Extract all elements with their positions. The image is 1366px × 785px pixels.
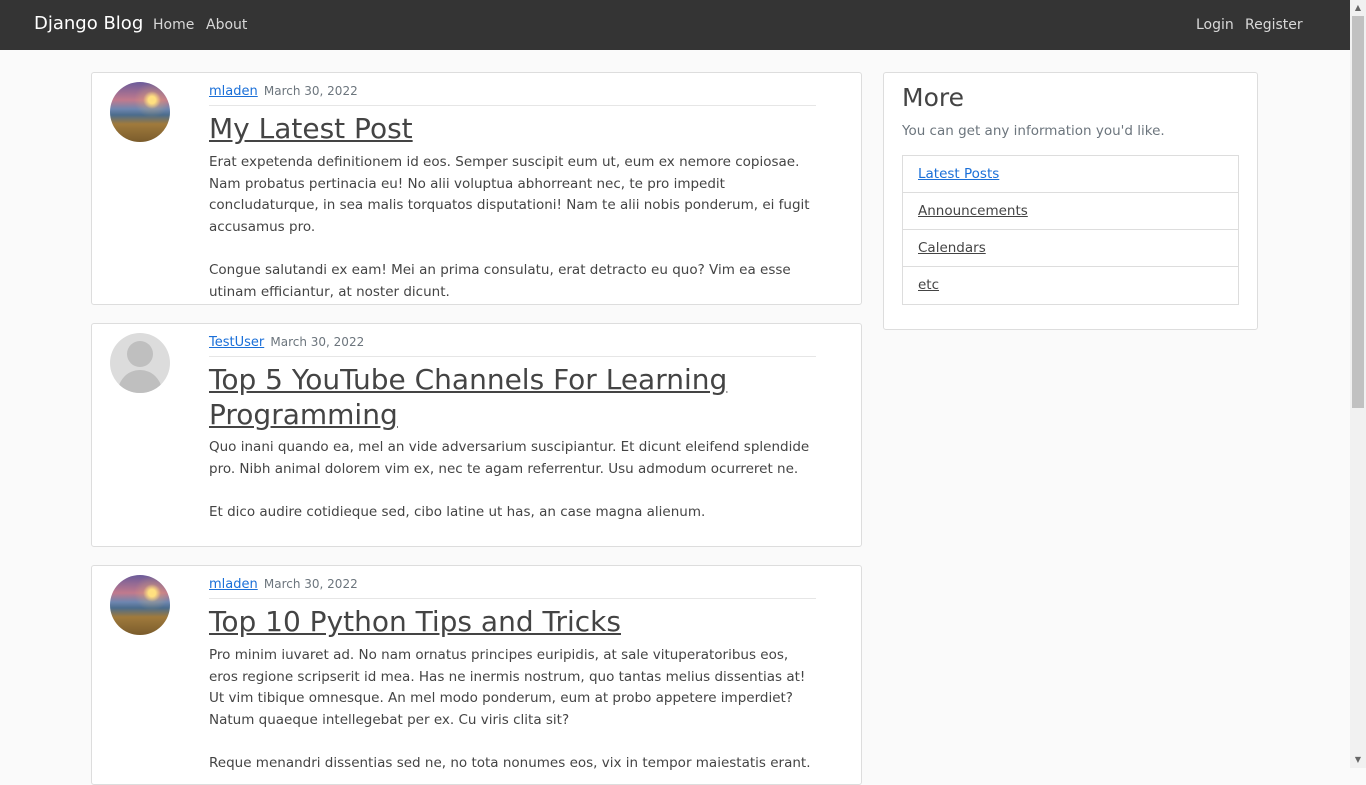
vertical-scrollbar[interactable]: ▲ ▼ [1350, 0, 1366, 768]
author-link[interactable]: mladen [209, 577, 258, 592]
avatar-head-shape [127, 341, 153, 367]
post-title-link[interactable]: Top 5 YouTube Channels For Learning Prog… [209, 362, 829, 432]
sidebar-card: More You can get any information you'd l… [883, 72, 1258, 330]
author-link[interactable]: TestUser [209, 335, 264, 350]
nav-home-link[interactable]: Home [153, 17, 194, 33]
author-avatar [110, 82, 170, 142]
post-content: Quo inani quando ea, mel an vide adversa… [209, 439, 810, 520]
author-link[interactable]: mladen [209, 84, 258, 99]
post-content: Erat expetenda definitionem id eos. Semp… [209, 154, 810, 300]
scrollbar-thumb[interactable] [1352, 16, 1364, 408]
post-card: mladen March 30, 2022 Top 10 Python Tips… [91, 565, 862, 785]
post-date: March 30, 2022 [263, 84, 358, 98]
sidebar-item-latest-posts[interactable]: Latest Posts [903, 156, 1238, 193]
scroll-up-arrow-icon[interactable]: ▲ [1350, 0, 1366, 16]
post-meta: mladen March 30, 2022 [209, 577, 816, 599]
sidebar-list: Latest Posts Announcements Calendars etc [902, 155, 1239, 305]
sidebar-item-calendars[interactable]: Calendars [903, 230, 1238, 267]
sidebar-item-etc[interactable]: etc [903, 267, 1238, 304]
avatar-body-shape [118, 370, 162, 393]
post-content: Pro minim iuvaret ad. No nam ornatus pri… [209, 647, 811, 771]
default-avatar [110, 333, 170, 393]
nav-register-link[interactable]: Register [1245, 17, 1303, 33]
author-avatar [110, 575, 170, 635]
post-date: March 30, 2022 [263, 577, 358, 591]
post-meta: TestUser March 30, 2022 [209, 335, 816, 357]
post-card: TestUser March 30, 2022 Top 5 YouTube Ch… [91, 323, 862, 547]
brand-link[interactable]: Django Blog [34, 13, 143, 34]
post-title-link[interactable]: My Latest Post [209, 111, 829, 146]
sidebar-subtitle: You can get any information you'd like. [902, 123, 1165, 139]
sidebar-title: More [902, 83, 964, 112]
post-title-link[interactable]: Top 10 Python Tips and Tricks [209, 604, 829, 639]
nav-login-link[interactable]: Login [1196, 17, 1234, 33]
nav-about-link[interactable]: About [206, 17, 247, 33]
post-card: mladen March 30, 2022 My Latest Post Era… [91, 72, 862, 305]
top-navbar: Django Blog Home About Login Register [0, 0, 1350, 50]
sidebar-item-announcements[interactable]: Announcements [903, 193, 1238, 230]
post-date: March 30, 2022 [270, 335, 365, 349]
scroll-down-arrow-icon[interactable]: ▼ [1350, 752, 1366, 768]
post-meta: mladen March 30, 2022 [209, 84, 816, 106]
